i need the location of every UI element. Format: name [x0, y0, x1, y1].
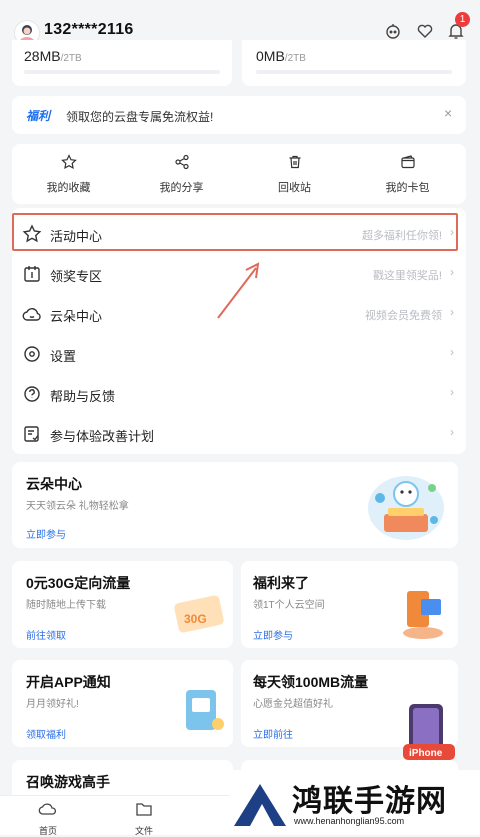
promo-banner[interactable]: 福利 领取您的云盘专属免流权益! × — [12, 96, 466, 134]
card-link[interactable]: 前往领取 — [26, 627, 66, 642]
menu-label: 领奖专区 — [50, 269, 103, 284]
notification-badge: 1 — [455, 12, 470, 27]
tab-label: 首页 — [38, 826, 57, 836]
svg-text:30G: 30G — [184, 612, 207, 626]
quick-recycle-bin[interactable]: 回收站 — [238, 144, 351, 204]
calendar-icon — [24, 266, 40, 282]
wallet-icon — [400, 155, 415, 169]
card-link[interactable]: 立即参与 — [26, 526, 66, 541]
menu-item-settings[interactable]: 设置 › — [12, 334, 466, 374]
chevron-right-icon: › — [450, 265, 454, 279]
card-link[interactable]: 立即前往 — [253, 726, 293, 741]
card-title: 云朵中心 — [26, 476, 82, 492]
card-title: 0元30G定向流量 — [26, 575, 131, 591]
storage-card-personal[interactable]: 28MB/2TB — [12, 40, 232, 86]
watermark-url: www.henanhonglian95.com — [294, 816, 405, 826]
watermark-title: 鸿联手游网 — [292, 784, 447, 819]
share-icon — [174, 154, 189, 170]
phone-illustration: iPhone — [403, 704, 455, 760]
svg-text:iPhone: iPhone — [409, 748, 443, 759]
tab-label: 文件 — [134, 826, 153, 836]
quick-label: 回收站 — [278, 182, 311, 194]
menu-label: 参与体验改善计划 — [50, 429, 155, 444]
menu-label: 设置 — [50, 349, 77, 364]
welfare-illustration — [403, 591, 443, 639]
username: 132****2116 — [44, 21, 134, 38]
heart-icon[interactable] — [416, 22, 434, 40]
chevron-right-icon: › — [450, 345, 454, 359]
promo-text: 领取您的云盘专属免流权益! — [66, 110, 214, 124]
game-card[interactable]: 召唤游戏高手 — [12, 760, 233, 800]
promo-tag: 福利 — [26, 109, 51, 123]
storage-bar — [24, 70, 220, 74]
quick-label: 我的分享 — [159, 182, 204, 194]
card-title: 召唤游戏高手 — [26, 774, 110, 790]
menu-label: 帮助与反馈 — [50, 389, 116, 404]
quick-favorites[interactable]: 我的收藏 — [12, 144, 125, 204]
cloud-icon — [22, 308, 41, 321]
notification-card[interactable]: 开启APP通知 月月领好礼! 领取福利 — [12, 660, 233, 747]
flow-illustration: 30G — [174, 595, 224, 633]
annotation-arrow — [217, 262, 260, 319]
menu-hint: 戳这里领奖品! — [372, 270, 442, 282]
settings-icon — [24, 346, 40, 362]
welfare-card[interactable]: 福利来了 领1T个人云空间 立即参与 — [241, 561, 458, 648]
tab-files[interactable]: 文件 — [114, 796, 174, 837]
chevron-right-icon: › — [450, 385, 454, 399]
quick-wallet[interactable]: 我的卡包 — [351, 144, 464, 204]
card-subtitle: 心愿金兑超值好礼 — [253, 699, 333, 710]
card-title: 福利来了 — [253, 575, 309, 591]
cloud-center-card[interactable]: 云朵中心 天天领云朵 礼物轻松拿 立即参与 — [12, 462, 458, 548]
quick-actions: 我的收藏 我的分享 回收站 我的卡包 — [12, 144, 466, 204]
card-title: 每天领100MB流量 — [253, 674, 369, 690]
menu-item-help[interactable]: 帮助与反馈 › — [12, 374, 466, 414]
storage-card-family[interactable]: 0MB/2TB — [242, 40, 466, 86]
chevron-right-icon: › — [450, 305, 454, 319]
quick-label: 我的卡包 — [385, 182, 430, 194]
menu-label: 云朵中心 — [50, 309, 103, 324]
quick-shares[interactable]: 我的分享 — [125, 144, 238, 204]
flow-card[interactable]: 0元30G定向流量 随时随地上传下载 前往领取 30G — [12, 561, 233, 648]
help-icon — [24, 386, 40, 402]
card-title: 开启APP通知 — [26, 674, 111, 690]
highlight-box — [12, 213, 458, 251]
robot-icon[interactable] — [384, 22, 402, 40]
cloud-home-icon — [38, 803, 57, 815]
card-subtitle: 月月领好礼! — [26, 699, 79, 710]
storage-used: 28MB/2TB — [24, 48, 82, 64]
survey-icon — [24, 426, 39, 442]
close-icon[interactable]: × — [444, 105, 452, 121]
trash-icon — [289, 155, 300, 169]
daily-flow-card[interactable]: 每天领100MB流量 心愿金兑超值好礼 立即前往 iPhone — [241, 660, 458, 760]
tab-home[interactable]: 首页 — [18, 796, 78, 837]
card-link[interactable]: 立即参与 — [253, 627, 293, 642]
storage-used: 0MB/2TB — [256, 48, 306, 64]
star-icon — [60, 154, 77, 170]
menu-hint: 视频会员免费领 — [365, 310, 442, 322]
folder-icon — [136, 803, 152, 816]
card-link[interactable]: 领取福利 — [26, 726, 66, 741]
watermark-logo — [234, 784, 286, 826]
app-notice-illustration — [186, 690, 224, 730]
chevron-right-icon: › — [450, 425, 454, 439]
card-subtitle: 领1T个人云空间 — [253, 600, 325, 611]
quick-label: 我的收藏 — [46, 182, 91, 194]
card-subtitle: 随时随地上传下载 — [26, 600, 106, 611]
menu-item-improvement-plan[interactable]: 参与体验改善计划 › — [12, 414, 466, 454]
storage-bar — [256, 70, 452, 74]
gift-illustration — [368, 476, 444, 540]
card-subtitle: 天天领云朵 礼物轻松拿 — [26, 501, 129, 512]
